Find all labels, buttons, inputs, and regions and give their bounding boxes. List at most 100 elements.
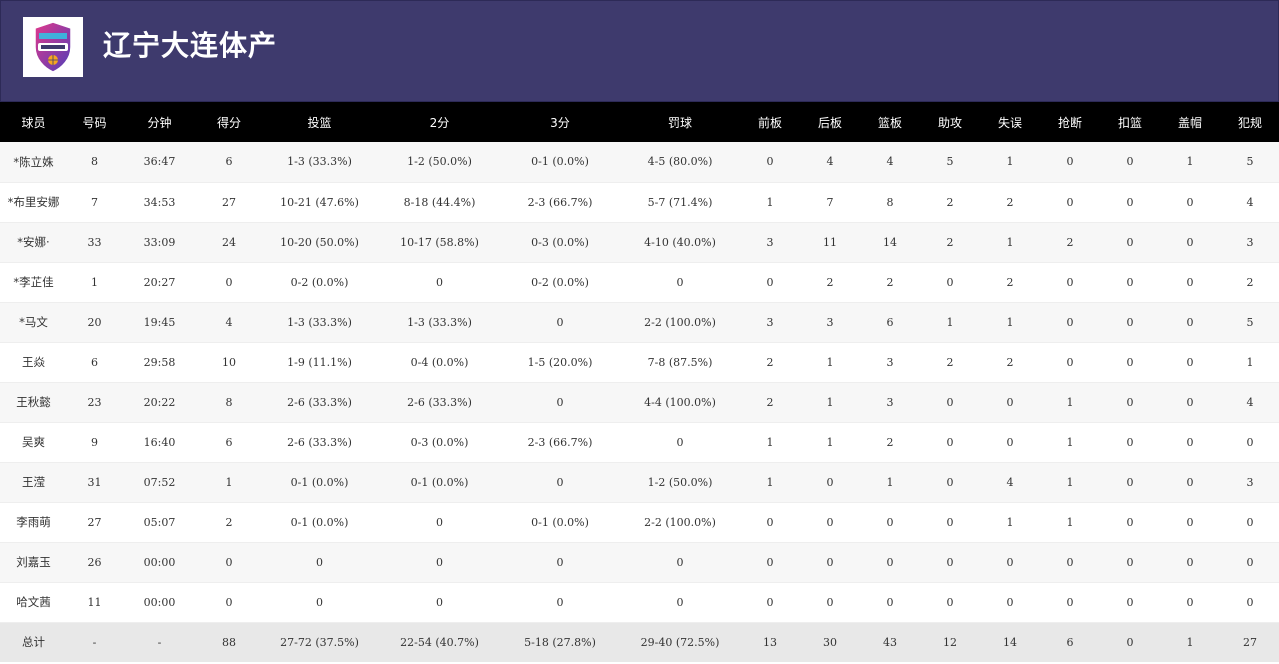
stat-cell: 2 [919,342,981,383]
stat-cell: 0 [501,462,619,503]
stat-cell: 0 [1101,502,1159,543]
column-header[interactable]: 2分 [378,102,501,142]
column-header[interactable]: 分钟 [122,102,197,142]
stat-cell: 1 [981,302,1039,343]
column-header[interactable]: 犯规 [1221,102,1279,142]
stat-cell: 3 [799,302,861,343]
player-name[interactable]: 王滢 [0,462,67,503]
stat-cell: 0 [501,302,619,343]
player-name[interactable]: *马文 [0,302,67,343]
column-header[interactable]: 后板 [799,102,861,142]
stat-cell: 0 [1221,502,1279,543]
player-name[interactable]: *安娜· [0,222,67,263]
stat-cell: 1 [861,462,919,503]
stat-cell: 0 [1221,582,1279,623]
column-header[interactable]: 前板 [741,102,799,142]
stat-cell: 0 [501,382,619,423]
stat-cell: 07:52 [122,462,197,503]
column-header[interactable]: 失误 [981,102,1039,142]
stat-cell: 0 [1101,542,1159,583]
column-header[interactable]: 号码 [67,102,122,142]
stat-cell: 5-7 (71.4%) [619,182,741,223]
column-header[interactable]: 得分 [197,102,261,142]
column-header[interactable]: 助攻 [919,102,981,142]
stat-cell: 1 [1039,502,1101,543]
stat-cell: 2-6 (33.3%) [261,422,378,463]
player-name[interactable]: *陈立姝 [0,142,67,183]
column-header[interactable]: 3分 [501,102,619,142]
table-row: 吴爽 9 16:40 6 2-6 (33.3%) 0-3 (0.0%) 2-3 (66.7%… [0,422,1279,463]
player-name[interactable]: 吴爽 [0,422,67,463]
column-header[interactable]: 抢断 [1039,102,1101,142]
player-name[interactable]: 王秋懿 [0,382,67,423]
stat-cell: 0 [919,542,981,583]
stat-cell: 3 [861,382,919,423]
stat-cell: 20:22 [122,382,197,423]
total-cell: - [67,622,122,662]
stat-cell: 4 [981,462,1039,503]
stat-cell: 6 [197,142,261,183]
stat-cell: 0-1 (0.0%) [378,462,501,503]
stat-cell: 1 [981,222,1039,263]
table-row: *布里安娜 7 34:53 27 10-21 (47.6%) 8-18 (44.4%) 2-… [0,182,1279,223]
stat-cell: 0 [619,422,741,463]
stat-cell: 2 [197,502,261,543]
total-cell: 27-72 (37.5%) [261,622,378,662]
player-name[interactable]: 王焱 [0,342,67,383]
stat-cell: 6 [67,342,122,383]
stat-cell: 2 [741,382,799,423]
total-row: 总计 - -88 27-72 (37.5%) 22-54 (40.7%) 5-18 (27… [0,622,1279,662]
stat-cell: 3 [1221,222,1279,263]
table-row: *马文 20 19:45 4 1-3 (33.3%) 1-3 (33.3%) 0 2-2 (1… [0,302,1279,343]
stat-cell: 19:45 [122,302,197,343]
table-row: 李雨萌 27 05:07 2 0-1 (0.0%) 0 0-1 (0.0%) 2-2 (100… [0,502,1279,543]
stat-cell: 0 [799,462,861,503]
column-header[interactable]: 篮板 [861,102,919,142]
stat-cell: 1-2 (50.0%) [378,142,501,183]
stat-cell: 8 [67,142,122,183]
stat-cell: 2-2 (100.0%) [619,302,741,343]
stat-cell: 33:09 [122,222,197,263]
stat-cell: 1-2 (50.0%) [619,462,741,503]
player-name[interactable]: 哈文茜 [0,582,67,623]
stat-cell: 0 [197,542,261,583]
stat-cell: 11 [67,582,122,623]
stat-cell: 2 [981,182,1039,223]
column-header[interactable]: 球员 [0,102,67,142]
stat-cell: 0 [1101,462,1159,503]
stat-cell: 0 [799,542,861,583]
total-cell: 30 [799,622,861,662]
stat-cell: 0 [1101,182,1159,223]
stat-cell: 4 [861,142,919,183]
player-name[interactable]: *李芷佳 [0,262,67,303]
stat-cell: 4 [197,302,261,343]
stat-cell: 0 [861,582,919,623]
stat-cell: 0 [799,502,861,543]
column-header[interactable]: 扣篮 [1101,102,1159,142]
player-stats-table: 球员 号码 分钟 得分 投篮 2分 3分 罚球 前板 后板 篮板 助攻 失误 抢断 扣篮 盖帽 犯规 *陈立姝 8… [0,102,1279,662]
column-header[interactable]: 罚球 [619,102,741,142]
stat-cell: 0 [741,142,799,183]
stat-cell: 0 [1039,542,1101,583]
stat-cell: 0 [501,542,619,583]
stat-cell: 8-18 (44.4%) [378,182,501,223]
column-header[interactable]: 投篮 [261,102,378,142]
player-name[interactable]: 刘嘉玉 [0,542,67,583]
stat-cell: 4 [1221,182,1279,223]
team-logo[interactable] [23,17,83,77]
stat-cell: 1 [741,182,799,223]
stat-cell: 3 [861,342,919,383]
stat-cell: 1 [741,422,799,463]
stat-cell: 2 [919,182,981,223]
stat-cell: 1 [981,502,1039,543]
stat-cell: 0 [919,422,981,463]
stat-cell: 0-2 (0.0%) [261,262,378,303]
stat-cell: 0 [378,542,501,583]
player-name[interactable]: 李雨萌 [0,502,67,543]
stat-cell: 00:00 [122,582,197,623]
table-row: 刘嘉玉 26 00:00 0 0 0 0 0 0 0 0 0 0 0 0 0 0 [0,542,1279,583]
column-header[interactable]: 盖帽 [1159,102,1221,142]
player-name[interactable]: *布里安娜 [0,182,67,223]
stat-cell: 7 [799,182,861,223]
stat-cell: 0 [619,262,741,303]
